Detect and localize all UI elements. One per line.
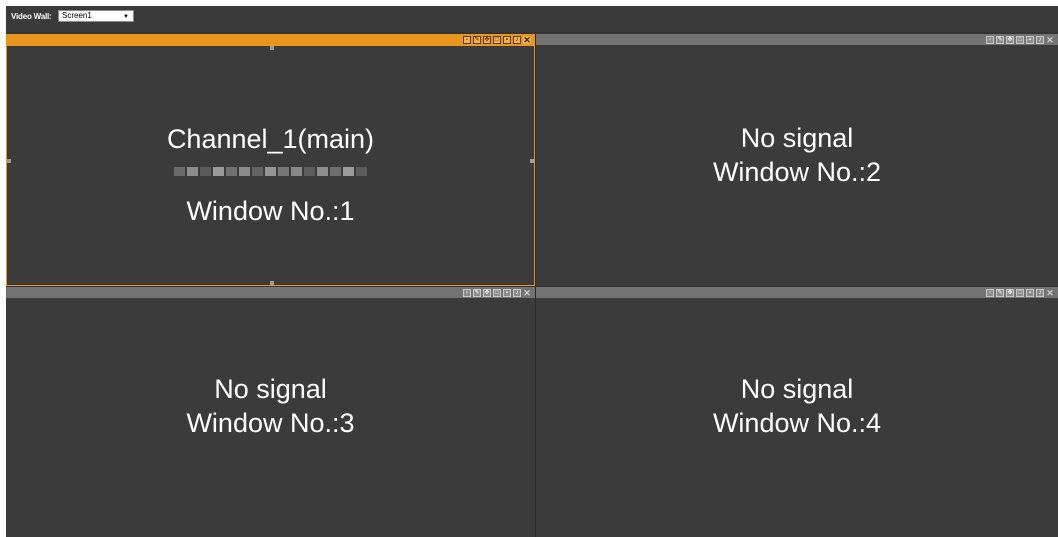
edit-icon[interactable]: ✎ [996, 288, 1004, 297]
maximize-icon[interactable]: □ [493, 35, 501, 44]
window-1-titlebar[interactable]: ▫ ✎ ✥ □ ▪ ♪ ✕ [6, 34, 535, 45]
window-4-number: Window No.:4 [712, 408, 882, 438]
move-icon[interactable]: ✥ [483, 35, 491, 44]
screen-select[interactable]: Screen1 ▼ [58, 10, 134, 22]
window-3-tools: ▫ ✎ ✥ □ ▪ ♪ ✕ [463, 288, 531, 297]
video-window-2[interactable]: ▫ ✎ ✥ □ ▪ ♪ ✕ No signal Window No.:2 [536, 34, 1058, 286]
lock-icon[interactable]: ▪ [503, 35, 511, 44]
resize-handle-bottom[interactable] [270, 281, 274, 285]
close-icon[interactable]: ✕ [1046, 35, 1054, 44]
window-2-titlebar[interactable]: ▫ ✎ ✥ □ ▪ ♪ ✕ [536, 34, 1058, 45]
video-wall-app: Video Wall: Screen1 ▼ ▫ ✎ ✥ □ ▪ ♪ ✕ Chan… [6, 6, 1058, 537]
resize-handle-top[interactable] [270, 46, 274, 50]
audio-icon[interactable]: ♪ [1036, 288, 1044, 297]
window-3-signal-status: No signal [214, 374, 327, 404]
window-2-signal-status: No signal [740, 123, 854, 153]
edit-icon[interactable]: ✎ [473, 35, 481, 44]
video-wall-toolbar: Video Wall: Screen1 ▼ [6, 6, 1058, 32]
close-icon[interactable]: ✕ [523, 288, 531, 297]
window-2-body: No signal Window No.:2 [536, 45, 1058, 286]
window-1-tools: ▫ ✎ ✥ □ ▪ ♪ ✕ [463, 35, 531, 44]
audio-icon[interactable]: ♪ [1036, 35, 1044, 44]
window-4-tools: ▫ ✎ ✥ □ ▪ ♪ ✕ [986, 288, 1054, 297]
window-4-body: No signal Window No.:4 [536, 298, 1058, 537]
window-2-tools: ▫ ✎ ✥ □ ▪ ♪ ✕ [986, 35, 1054, 44]
window-1-obscured-address [7, 163, 534, 181]
close-icon[interactable]: ✕ [523, 35, 531, 44]
window-2-number: Window No.:2 [712, 157, 882, 187]
window-3-body: No signal Window No.:3 [6, 298, 535, 537]
dropdown-arrow-icon: ▼ [123, 14, 129, 20]
capture-icon[interactable]: ▫ [463, 35, 471, 44]
video-window-1[interactable]: ▫ ✎ ✥ □ ▪ ♪ ✕ Channel_1(main) Window No.… [6, 34, 535, 286]
window-1-body: Channel_1(main) Window No.:1 [6, 45, 535, 286]
move-icon[interactable]: ✥ [483, 288, 491, 297]
move-icon[interactable]: ✥ [1006, 35, 1014, 44]
window-3-number: Window No.:3 [186, 408, 355, 438]
capture-icon[interactable]: ▫ [463, 288, 471, 297]
window-3-titlebar[interactable]: ▫ ✎ ✥ □ ▪ ♪ ✕ [6, 287, 535, 298]
close-icon[interactable]: ✕ [1046, 288, 1054, 297]
window-4-signal-status: No signal [740, 374, 854, 404]
window-1-channel-name: Channel_1(main) [166, 124, 375, 154]
screen-select-value: Screen1 [62, 11, 92, 20]
video-window-3[interactable]: ▫ ✎ ✥ □ ▪ ♪ ✕ No signal Window No.:3 [6, 287, 535, 537]
edit-icon[interactable]: ✎ [473, 288, 481, 297]
maximize-icon[interactable]: □ [1016, 35, 1024, 44]
capture-icon[interactable]: ▫ [986, 35, 994, 44]
window-1-number: Window No.:1 [186, 196, 355, 226]
audio-icon[interactable]: ♪ [513, 288, 521, 297]
lock-icon[interactable]: ▪ [1026, 288, 1034, 297]
video-wall-label: Video Wall: [11, 12, 52, 21]
lock-icon[interactable]: ▪ [1026, 35, 1034, 44]
lock-icon[interactable]: ▪ [503, 288, 511, 297]
capture-icon[interactable]: ▫ [986, 288, 994, 297]
audio-icon[interactable]: ♪ [513, 35, 521, 44]
move-icon[interactable]: ✥ [1006, 288, 1014, 297]
window-4-titlebar[interactable]: ▫ ✎ ✥ □ ▪ ♪ ✕ [536, 287, 1058, 298]
video-window-4[interactable]: ▫ ✎ ✥ □ ▪ ♪ ✕ No signal Window No.:4 [536, 287, 1058, 537]
edit-icon[interactable]: ✎ [996, 35, 1004, 44]
maximize-icon[interactable]: □ [493, 288, 501, 297]
pane-divider [535, 34, 536, 537]
maximize-icon[interactable]: □ [1016, 288, 1024, 297]
